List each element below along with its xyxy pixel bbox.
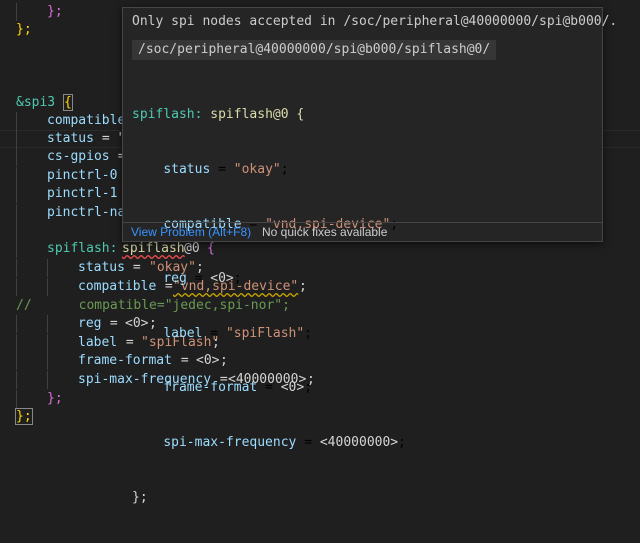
property-name: status	[78, 260, 125, 275]
preview-value: <40000000>	[319, 435, 399, 451]
view-problem-link[interactable]: View Problem (Alt+F8)	[131, 223, 251, 242]
preview-value: "okay"	[233, 162, 281, 178]
hover-actions: View Problem (Alt+F8) No quick fixes ava…	[123, 223, 602, 242]
preview-value: "spiFlash"	[225, 325, 305, 341]
property-name: status	[47, 131, 94, 146]
property-name: reg	[78, 316, 102, 331]
problem-hover-popup[interactable]: Only spi nodes accepted in /soc/peripher…	[122, 7, 617, 505]
closing-brace: };	[47, 391, 63, 406]
preview-key: status	[163, 162, 211, 178]
preview-key: spi-max-frequency	[163, 435, 297, 451]
node-path: /soc/peripheral@40000000/spi@b000/spifla…	[132, 40, 497, 60]
closing-brace: };	[15, 408, 33, 425]
node-preview: spiflash: spiflash@0 { status = "okay"; …	[132, 107, 406, 505]
preview-value: <0>	[280, 380, 305, 396]
preview-node: spiflash@0 {	[210, 107, 305, 123]
property-name: cs-gpios	[47, 149, 110, 164]
no-quick-fixes-text: No quick fixes available	[262, 225, 388, 239]
preview-value: <0>	[210, 271, 234, 287]
property-name: label	[78, 335, 118, 350]
preview-key: frame-format	[163, 380, 258, 396]
preview-label: spiflash:	[132, 107, 203, 123]
property-name: compatible	[47, 113, 126, 128]
closing-brace: };	[16, 22, 32, 37]
node-reference: &spi3	[16, 95, 56, 110]
error-message: Only spi nodes accepted in /soc/peripher…	[132, 14, 618, 29]
code-editor[interactable]: }; }; &spi3 { compatible status = " cs-g…	[0, 0, 640, 505]
property-partial: = "	[94, 131, 126, 146]
closing-brace: };	[47, 4, 63, 19]
equals: =	[102, 316, 126, 331]
preview-close: };	[132, 489, 148, 505]
property-name: pinctrl-1	[47, 186, 118, 201]
preview-key: label	[163, 325, 203, 341]
opening-brace: {	[63, 94, 73, 111]
node-label: spiflash:	[47, 241, 118, 256]
preview-key: reg	[163, 271, 187, 287]
property-name: pinctrl-0	[47, 168, 118, 183]
property-name: pinctrl-na	[47, 205, 126, 220]
